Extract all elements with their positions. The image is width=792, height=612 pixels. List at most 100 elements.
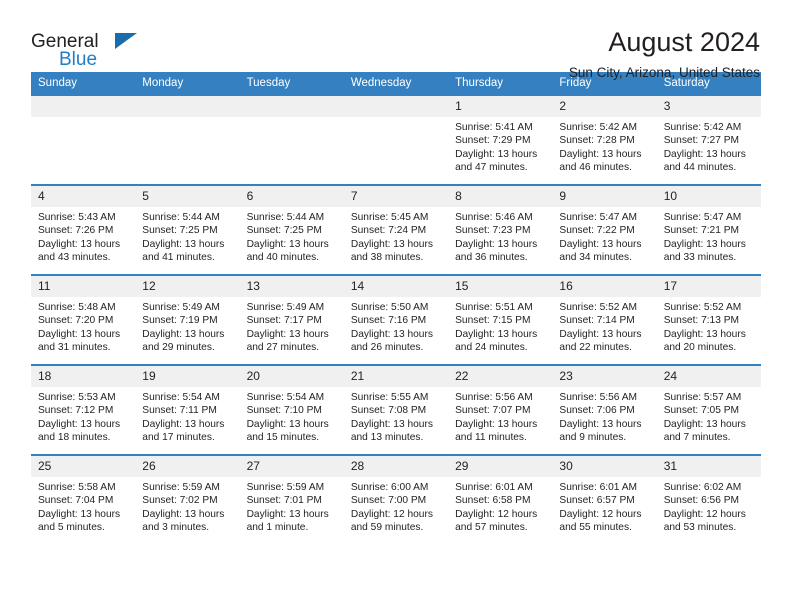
calendar-day-cell[interactable]: 28 Sunrise: 6:00 AM Sunset: 7:00 PM Dayligh… [343, 454, 449, 545]
sunrise-text: Sunrise: 5:50 AM [350, 302, 429, 313]
daylight-text: Daylight: 12 hours [350, 508, 433, 520]
day-number [135, 96, 240, 117]
daylight-text: and 57 minutes. [455, 522, 528, 534]
day-details: Sunrise: 5:58 AM Sunset: 7:04 PM Daylight:… [31, 477, 135, 535]
calendar-day-cell[interactable]: 14 Sunrise: 5:50 AM Sunset: 7:16 PM Dayligh… [343, 274, 449, 365]
calendar-day-cell[interactable]: 5 Sunrise: 5:44 AM Sunset: 7:25 PM Daylight… [135, 184, 240, 275]
sunrise-text: Sunrise: 5:44 AM [142, 212, 220, 223]
day-details: Sunrise: 5:53 AM Sunset: 7:12 PM Daylight:… [31, 387, 135, 445]
page-header: General Blue August 2024 Sun City, Arizo… [31, 0, 761, 80]
sunset-text: Sunset: 7:07 PM [455, 405, 531, 417]
weekday-header-monday: Monday [135, 72, 240, 95]
day-details: Sunrise: 5:49 AM Sunset: 7:19 PM Daylight:… [135, 297, 239, 355]
daylight-text: Daylight: 13 hours [559, 148, 642, 160]
brand-logo[interactable]: General Blue [31, 26, 151, 70]
day-details: Sunrise: 5:42 AM Sunset: 7:27 PM Daylight:… [657, 117, 761, 175]
calendar-day-cell[interactable]: 23 Sunrise: 5:56 AM Sunset: 7:06 PM Dayligh… [552, 364, 657, 455]
day-number: 2 [552, 96, 657, 117]
daylight-text: and 26 minutes. [350, 342, 424, 354]
day-number [239, 96, 344, 117]
calendar-day-cell[interactable]: 31 Sunrise: 6:02 AM Sunset: 6:56 PM Dayligh… [656, 454, 761, 545]
daylight-text: Daylight: 13 hours [38, 328, 121, 340]
sunrise-text: Sunrise: 5:42 AM [559, 122, 637, 133]
daylight-text: and 31 minutes. [38, 342, 111, 354]
calendar-day-cell[interactable]: 26 Sunrise: 5:59 AM Sunset: 7:02 PM Dayligh… [135, 454, 240, 545]
daylight-text: Daylight: 13 hours [663, 238, 746, 250]
day-number: 28 [343, 456, 449, 477]
calendar-day-cell[interactable]: 6 Sunrise: 5:44 AM Sunset: 7:25 PM Daylight… [239, 184, 344, 275]
sunset-text: Sunset: 7:13 PM [663, 315, 740, 327]
calendar-day-cell[interactable]: 19 Sunrise: 5:54 AM Sunset: 7:11 PM Dayligh… [135, 364, 240, 455]
calendar-day-cell[interactable]: 24 Sunrise: 5:57 AM Sunset: 7:05 PM Dayligh… [656, 364, 761, 455]
daylight-text: and 53 minutes. [663, 522, 737, 534]
calendar-page: General Blue August 2024 Sun City, Arizo… [0, 0, 792, 612]
day-number: 14 [343, 276, 449, 297]
daylight-text: and 1 minute. [246, 522, 309, 534]
daylight-text: and 20 minutes. [663, 342, 737, 354]
day-details: Sunrise: 6:01 AM Sunset: 6:57 PM Daylight:… [552, 477, 656, 535]
daylight-text: and 17 minutes. [142, 432, 215, 444]
weekday-header-sunday: Sunday [31, 72, 136, 95]
calendar-day-cell[interactable]: 2 Sunrise: 5:42 AM Sunset: 7:28 PM Daylight… [552, 94, 657, 185]
daylight-text: and 5 minutes. [38, 522, 105, 534]
sunrise-text: Sunrise: 5:47 AM [663, 212, 742, 223]
daylight-text: Daylight: 13 hours [559, 418, 642, 430]
calendar-week-row: 4 Sunrise: 5:43 AM Sunset: 7:26 PM Daylight… [31, 184, 761, 275]
sunrise-text: Sunrise: 5:42 AM [663, 122, 742, 133]
calendar-day-cell[interactable]: 11 Sunrise: 5:48 AM Sunset: 7:20 PM Dayligh… [31, 274, 136, 365]
sunrise-text: Sunrise: 5:41 AM [455, 122, 533, 133]
calendar-day-cell[interactable]: 3 Sunrise: 5:42 AM Sunset: 7:27 PM Daylight… [656, 94, 761, 185]
calendar-day-cell-empty [31, 94, 136, 185]
calendar-body: 1 Sunrise: 5:41 AM Sunset: 7:29 PM Daylight… [31, 94, 761, 545]
sunrise-text: Sunrise: 6:01 AM [455, 482, 533, 493]
calendar-day-cell[interactable]: 20 Sunrise: 5:54 AM Sunset: 7:10 PM Dayligh… [239, 364, 344, 455]
daylight-text: and 29 minutes. [142, 342, 215, 354]
sunset-text: Sunset: 7:04 PM [38, 495, 114, 507]
sunrise-text: Sunrise: 5:49 AM [246, 302, 325, 313]
daylight-text: Daylight: 12 hours [663, 508, 746, 520]
calendar-week-row: 25 Sunrise: 5:58 AM Sunset: 7:04 PM Dayligh… [31, 454, 761, 545]
day-number: 19 [135, 366, 240, 387]
daylight-text: Daylight: 13 hours [246, 238, 329, 250]
calendar-day-cell[interactable]: 15 Sunrise: 5:51 AM Sunset: 7:15 PM Dayligh… [448, 274, 553, 365]
day-details: Sunrise: 5:52 AM Sunset: 7:13 PM Daylight:… [657, 297, 761, 355]
daylight-text: Daylight: 13 hours [246, 328, 329, 340]
calendar-day-cell[interactable]: 18 Sunrise: 5:53 AM Sunset: 7:12 PM Dayligh… [31, 364, 136, 455]
daylight-text: Daylight: 13 hours [559, 328, 642, 340]
sunset-text: Sunset: 6:58 PM [455, 495, 531, 507]
sunrise-text: Sunrise: 5:52 AM [559, 302, 637, 313]
day-number: 7 [343, 186, 449, 207]
daylight-text: Daylight: 12 hours [559, 508, 642, 520]
day-details: Sunrise: 5:56 AM Sunset: 7:07 PM Daylight:… [448, 387, 552, 445]
calendar-day-cell[interactable]: 8 Sunrise: 5:46 AM Sunset: 7:23 PM Daylight… [448, 184, 553, 275]
calendar-day-cell[interactable]: 30 Sunrise: 6:01 AM Sunset: 6:57 PM Dayligh… [552, 454, 657, 545]
daylight-text: and 43 minutes. [38, 252, 111, 264]
calendar-day-cell[interactable]: 22 Sunrise: 5:56 AM Sunset: 7:07 PM Dayligh… [448, 364, 553, 455]
calendar-day-cell[interactable]: 4 Sunrise: 5:43 AM Sunset: 7:26 PM Daylight… [31, 184, 136, 275]
day-details: Sunrise: 5:43 AM Sunset: 7:26 PM Daylight:… [31, 207, 135, 265]
calendar-day-cell[interactable]: 13 Sunrise: 5:49 AM Sunset: 7:17 PM Dayligh… [239, 274, 344, 365]
sunrise-text: Sunrise: 5:46 AM [455, 212, 533, 223]
calendar-day-cell[interactable]: 27 Sunrise: 5:59 AM Sunset: 7:01 PM Dayligh… [239, 454, 344, 545]
day-number: 25 [31, 456, 136, 477]
sunset-text: Sunset: 7:26 PM [38, 225, 114, 237]
calendar-week-row: 18 Sunrise: 5:53 AM Sunset: 7:12 PM Dayligh… [31, 364, 761, 455]
day-details: Sunrise: 6:02 AM Sunset: 6:56 PM Daylight:… [657, 477, 761, 535]
daylight-text: Daylight: 12 hours [455, 508, 538, 520]
calendar-day-cell[interactable]: 7 Sunrise: 5:45 AM Sunset: 7:24 PM Daylight… [343, 184, 449, 275]
calendar-day-cell[interactable]: 17 Sunrise: 5:52 AM Sunset: 7:13 PM Dayligh… [656, 274, 761, 365]
sunset-text: Sunset: 7:12 PM [38, 405, 114, 417]
calendar-day-cell[interactable]: 21 Sunrise: 5:55 AM Sunset: 7:08 PM Dayligh… [343, 364, 449, 455]
calendar-day-cell[interactable]: 10 Sunrise: 5:47 AM Sunset: 7:21 PM Dayligh… [656, 184, 761, 275]
calendar-day-cell[interactable]: 29 Sunrise: 6:01 AM Sunset: 6:58 PM Dayligh… [448, 454, 553, 545]
calendar-day-cell[interactable]: 25 Sunrise: 5:58 AM Sunset: 7:04 PM Dayligh… [31, 454, 136, 545]
calendar-day-cell[interactable]: 9 Sunrise: 5:47 AM Sunset: 7:22 PM Daylight… [552, 184, 657, 275]
sunrise-text: Sunrise: 5:59 AM [246, 482, 325, 493]
calendar-day-cell[interactable]: 1 Sunrise: 5:41 AM Sunset: 7:29 PM Daylight… [448, 94, 553, 185]
sunset-text: Sunset: 7:11 PM [142, 405, 217, 417]
calendar-day-cell-empty [343, 94, 449, 185]
sunset-text: Sunset: 6:57 PM [559, 495, 635, 507]
day-number: 10 [656, 186, 761, 207]
calendar-day-cell[interactable]: 16 Sunrise: 5:52 AM Sunset: 7:14 PM Dayligh… [552, 274, 657, 365]
calendar-day-cell[interactable]: 12 Sunrise: 5:49 AM Sunset: 7:19 PM Dayligh… [135, 274, 240, 365]
